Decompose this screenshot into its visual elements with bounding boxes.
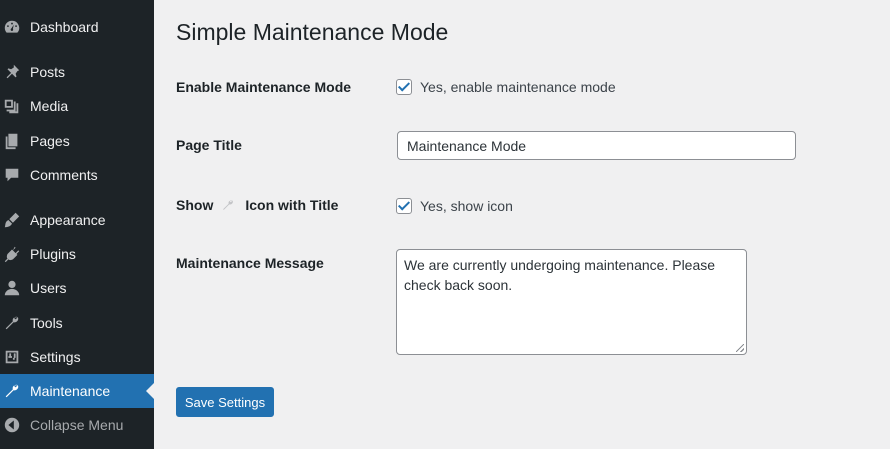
show-icon-label-after: Icon with Title [245,197,339,213]
sidebar-item-label: Media [30,98,69,114]
show-icon-checkbox-label[interactable]: Yes, show icon [420,198,513,214]
sidebar-item-label: Collapse Menu [30,417,124,433]
pin-icon [2,62,22,82]
page-title-input[interactable]: Maintenance Mode [397,131,796,160]
sidebar-item-tools[interactable]: Tools [0,306,154,340]
enable-maintenance-option: Yes, enable maintenance mode [396,79,616,95]
dashboard-icon [2,17,22,37]
show-icon-checkbox[interactable] [396,198,412,214]
wrench-icon [2,313,22,333]
sidebar-item-label: Tools [30,315,63,331]
brush-icon [2,210,22,230]
sidebar-collapse-menu[interactable]: Collapse Menu [0,408,154,442]
maintenance-message-textarea[interactable]: We are currently undergoing maintenance.… [396,249,747,355]
show-icon-option: Yes, show icon [396,198,513,214]
media-icon [2,96,22,116]
page-title-input-value: Maintenance Mode [407,137,527,154]
show-icon-label: Show Icon with Title [176,197,338,213]
sidebar-item-label: Settings [30,349,81,365]
sidebar-item-dashboard[interactable]: Dashboard [0,10,154,44]
pages-icon [2,131,22,151]
enable-maintenance-label: Enable Maintenance Mode [176,79,352,95]
sidebar-item-label: Posts [30,64,66,80]
sidebar-item-label: Dashboard [30,19,99,35]
sidebar-item-label: Appearance [30,212,106,228]
maintenance-message-label: Maintenance Message [176,255,324,271]
sidebar-item-media[interactable]: Media [0,89,154,123]
wrench-icon [221,198,237,212]
sidebar-item-label: Pages [30,133,70,149]
maintenance-message-value: We are currently undergoing maintenance.… [404,257,716,293]
admin-sidebar: Dashboard Posts Media Pages Comments App… [0,0,154,449]
settings-icon [2,347,22,367]
sidebar-item-plugins[interactable]: Plugins [0,237,154,271]
save-settings-button[interactable]: Save Settings [176,387,274,417]
sidebar-item-pages[interactable]: Pages [0,124,154,158]
sidebar-item-label: Users [30,280,67,296]
user-icon [2,278,22,298]
sidebar-item-appearance[interactable]: Appearance [0,203,154,237]
page-title: Simple Maintenance Mode [176,19,449,45]
enable-maintenance-checkbox[interactable] [396,79,412,95]
sidebar-item-settings[interactable]: Settings [0,340,154,374]
comment-icon [2,165,22,185]
sidebar-item-label: Maintenance [30,383,111,399]
sidebar-item-label: Plugins [30,246,76,262]
page-title-label: Page Title [176,137,242,153]
resize-handle[interactable] [736,344,744,352]
wrench-icon [2,381,22,401]
enable-maintenance-checkbox-label[interactable]: Yes, enable maintenance mode [420,79,616,95]
show-icon-label-before: Show [176,197,214,213]
plug-icon [2,244,22,264]
sidebar-item-maintenance[interactable]: Maintenance [0,374,154,408]
sidebar-item-users[interactable]: Users [0,271,154,305]
sidebar-item-label: Comments [30,167,98,183]
sidebar-item-comments[interactable]: Comments [0,158,154,192]
collapse-icon [2,415,22,435]
sidebar-item-posts[interactable]: Posts [0,55,154,89]
